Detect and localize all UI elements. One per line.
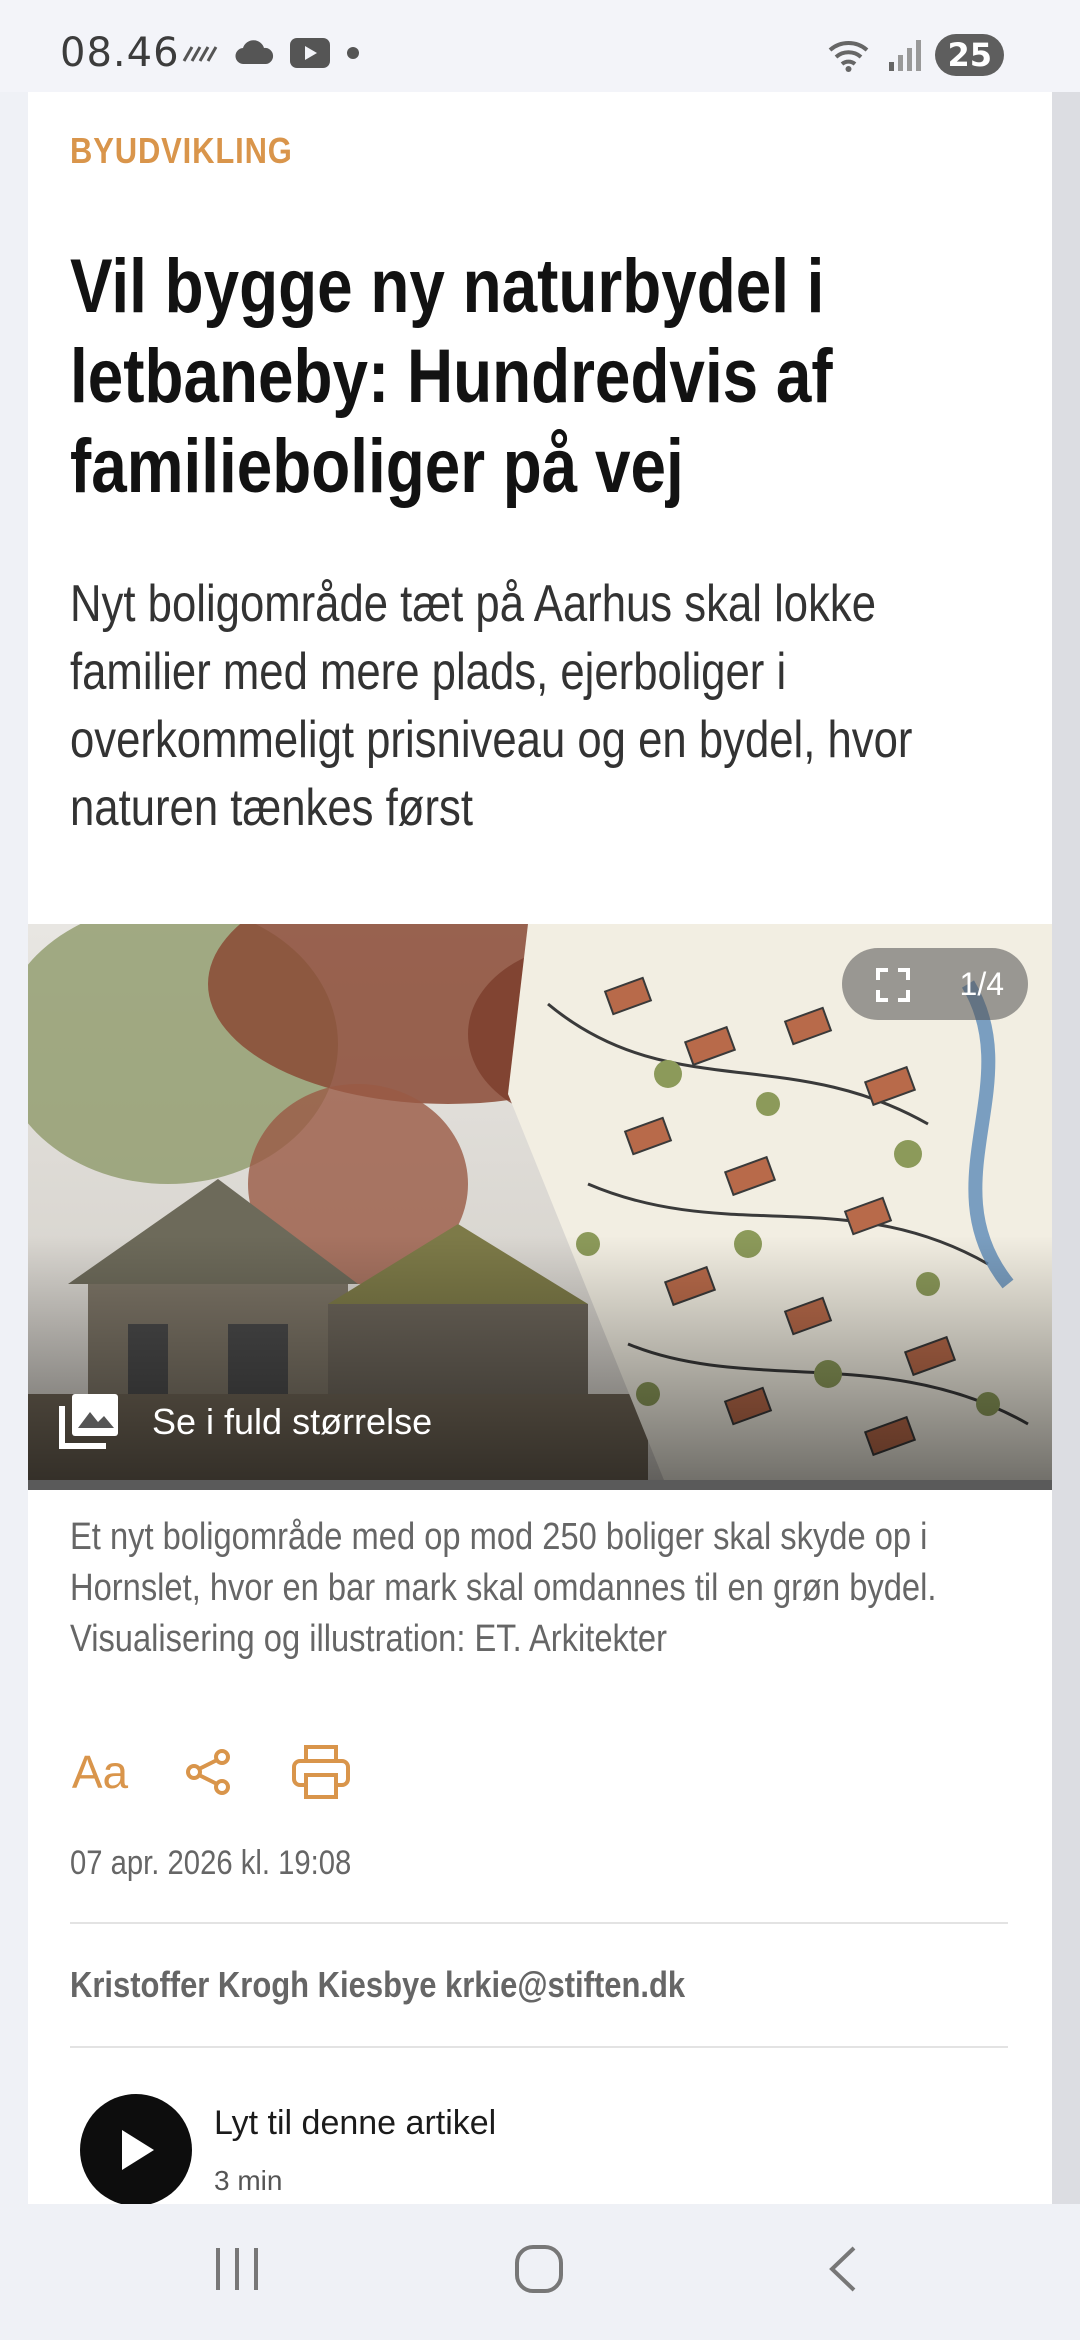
article-image-gallery[interactable]: 1/4 Se i fuld størrelse [28,924,1052,1490]
signal-icon [889,40,922,71]
youtube-icon [290,38,330,68]
battery-level: 25 [935,34,1004,76]
article-subheadline: Nyt boligområde tæt på Aarhus skal lokke… [70,575,913,837]
notification-icons [182,38,360,68]
status-bar: 08.46 25 [0,0,1080,92]
listen-to-article[interactable]: Lyt til denne artikel 3 min [80,2094,496,2204]
divider [70,1922,1008,1924]
back-icon[interactable] [826,2244,860,2294]
article-tools: Aa [70,1732,350,1812]
page-margin-left [0,92,28,2204]
recents-icon[interactable] [214,2244,260,2294]
scroll-track[interactable] [1052,92,1080,2204]
share-icon [186,1749,230,1795]
wifi-icon [829,41,869,72]
image-caption: Et nyt boligområde med op mod 250 bolige… [70,1516,937,1660]
cloud-icon [235,40,274,65]
listen-duration: 3 min [214,2164,283,2196]
system-icons: 25 [827,34,1004,76]
view-fullsize-label: Se i fuld størrelse [152,1401,433,1442]
publish-date: 07 apr. 2026 kl. 19:08 [70,1844,352,1882]
dot-icon [347,47,359,59]
gallery-icon [59,1394,118,1449]
view-fullsize-button[interactable]: Se i fuld størrelse [58,1394,432,1450]
share-button[interactable] [184,1732,232,1812]
text-size-button[interactable]: Aa [70,1732,130,1812]
home-icon[interactable] [514,2244,564,2294]
section-label[interactable]: BYUDVIKLING [70,130,293,172]
status-time: 08.46 [60,30,180,76]
gallery-counter: 1/4 [959,965,1004,1002]
article-page: BYUDVIKLING Vil bygge ny naturbydel i le… [28,92,1052,2204]
expand-icon [876,968,910,1002]
play-button[interactable] [80,2094,192,2204]
play-icon [122,2130,154,2170]
wave-icon [182,46,218,62]
print-icon [292,1745,350,1799]
gallery-counter-badge[interactable]: 1/4 [842,948,1028,1020]
article-headline: Vil bygge ny naturbydel i letbaneby: Hun… [70,244,833,509]
author-byline[interactable]: Kristoffer Krogh Kiesbye krkie@stiften.d… [70,1964,685,2006]
listen-title: Lyt til denne artikel [214,2103,497,2142]
print-button[interactable] [292,1732,350,1812]
system-navigation-bar [0,2204,1080,2340]
divider [70,2046,1008,2048]
